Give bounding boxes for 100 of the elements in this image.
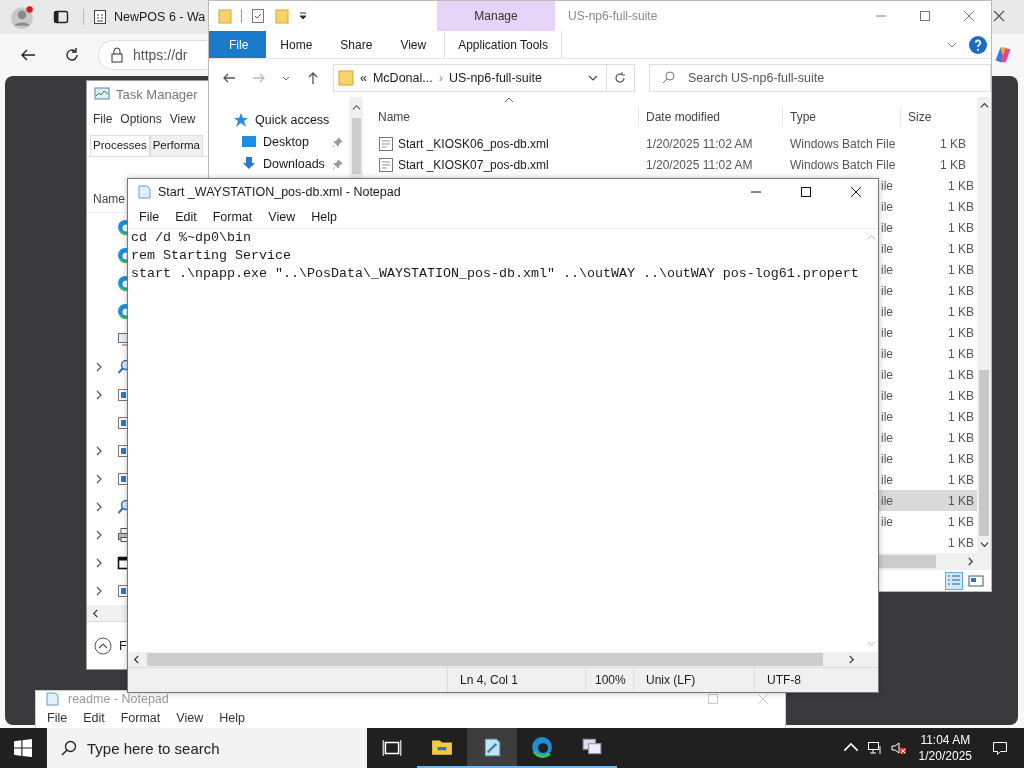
expand-chevron-icon[interactable] — [95, 502, 103, 512]
breadcrumb-separator[interactable]: › — [438, 71, 443, 85]
file-row[interactable]: ile 1 KB — [879, 238, 977, 259]
file-row[interactable]: ile 1 KB — [879, 280, 977, 301]
expand-chevron-icon[interactable] — [95, 390, 103, 400]
scrollbar-thumb[interactable] — [979, 370, 989, 536]
menu-item[interactable]: File — [89, 112, 117, 126]
expand-chevron-icon[interactable] — [95, 530, 103, 540]
menu-item[interactable]: Format — [115, 711, 166, 726]
file-row[interactable]: ile 1 KB — [879, 511, 977, 532]
column-header[interactable]: Name — [93, 191, 125, 206]
expand-chevron-icon[interactable] — [95, 558, 103, 568]
tab-actions-icon[interactable] — [53, 9, 69, 25]
tab[interactable]: Processes — [90, 135, 150, 156]
file-row[interactable]: ile 1 KB — [879, 490, 977, 511]
navigation-item[interactable]: Desktop — [209, 131, 349, 153]
details-view-icon[interactable] — [945, 571, 963, 590]
file-row[interactable]: Start _KIOSK06_pos-db.xml 1/20/2025 11:02 AM Windows Batch File 1 KB — [371, 133, 977, 154]
ribbon-tab[interactable]: Share — [326, 31, 387, 58]
expand-chevron-icon[interactable] — [95, 474, 103, 484]
scroll-left-icon[interactable] — [132, 655, 141, 664]
ribbon-tab[interactable]: File — [209, 31, 267, 58]
clock[interactable]: 11:04 AM 1/20/2025 — [918, 732, 972, 764]
file-row[interactable]: ile 1 KB — [879, 322, 977, 343]
volume-muted-icon[interactable] — [890, 740, 907, 756]
network-icon[interactable] — [866, 740, 883, 756]
scrollbar-thumb[interactable] — [876, 555, 936, 568]
expand-chevron-icon[interactable] — [95, 586, 103, 596]
ribbon-tab[interactable]: View — [386, 31, 441, 58]
close-icon[interactable] — [850, 186, 862, 198]
taskbar-button[interactable] — [467, 728, 517, 768]
scroll-down-icon[interactable] — [979, 540, 989, 549]
file-row[interactable]: ile 1 KB — [879, 364, 977, 385]
file-row[interactable]: ile 1 KB — [879, 343, 977, 364]
menu-item[interactable]: Help — [214, 711, 250, 726]
menu-item[interactable]: Edit — [170, 209, 202, 224]
menu-item[interactable]: File — [134, 209, 165, 224]
column-header[interactable]: Date modified — [639, 107, 783, 127]
overflow-chevron[interactable]: « — [360, 71, 367, 85]
scroll-right-icon[interactable] — [847, 655, 856, 664]
close-icon[interactable] — [993, 10, 1005, 22]
ribbon-tab[interactable]: Home — [266, 31, 327, 58]
file-row[interactable]: ile 1 KB — [879, 406, 977, 427]
tab[interactable]: Performa — [149, 135, 203, 156]
collapse-up-icon[interactable] — [94, 636, 112, 655]
expand-chevron-icon[interactable] — [95, 446, 103, 456]
refresh-icon[interactable] — [64, 47, 80, 63]
expand-chevron-icon[interactable] — [95, 362, 103, 372]
column-header[interactable]: Type — [783, 107, 901, 127]
search-field[interactable]: Search US-np6-full-suite — [649, 64, 991, 92]
breadcrumb[interactable]: McDonal... — [372, 71, 433, 85]
address-field[interactable]: https://dr — [98, 40, 207, 70]
navigation-item[interactable]: Downloads — [209, 153, 349, 175]
menu-item[interactable]: Options — [116, 112, 166, 126]
column-header[interactable]: Size — [901, 107, 969, 127]
menu-item[interactable]: View — [171, 711, 209, 726]
ribbon-tab[interactable]: Application Tools — [444, 31, 563, 58]
menu-item[interactable]: Help — [306, 209, 342, 224]
file-row[interactable]: Start _KIOSK07_pos-db.xml 1/20/2025 11:02 AM Windows Batch File 1 KB — [371, 154, 977, 175]
text-line: cd /d %~dp0\bin — [131, 229, 252, 247]
help-icon[interactable] — [969, 35, 987, 54]
file-row[interactable]: ile 1 KB — [879, 385, 977, 406]
file-row[interactable]: ile 1 KB — [879, 259, 977, 280]
menu-item[interactable]: View — [165, 112, 200, 126]
column-header[interactable]: Name — [371, 107, 639, 127]
breadcrumb[interactable]: US-np6-full-suite — [448, 71, 542, 85]
scroll-up-icon[interactable] — [351, 103, 361, 112]
windows-start-icon[interactable] — [14, 739, 32, 757]
file-row[interactable]: ile 1 KB — [879, 217, 977, 238]
menu-item[interactable]: Edit — [78, 711, 110, 726]
customize-dropdown-icon[interactable] — [298, 11, 308, 21]
lock-icon — [109, 47, 125, 63]
file-row[interactable]: ile 1 KB — [879, 175, 977, 196]
batch-file-icon — [378, 156, 394, 173]
scroll-right-icon[interactable] — [966, 557, 975, 566]
file-row[interactable]: ile 1 KB — [879, 448, 977, 469]
maximize-icon[interactable] — [800, 186, 812, 198]
navigation-item[interactable]: Quick access — [209, 109, 349, 131]
file-row[interactable]: ile 1 KB — [879, 196, 977, 217]
menu-item[interactable]: Format — [207, 209, 258, 224]
context-tab-header: Manage — [437, 1, 555, 31]
refresh-button[interactable] — [606, 64, 635, 92]
file-row[interactable]: ile 1 KB — [879, 301, 977, 322]
dropdown-icon[interactable] — [587, 73, 598, 83]
menu-item[interactable]: File — [42, 711, 73, 726]
fewer-details-link[interactable]: F — [119, 638, 127, 653]
file-row[interactable]: ile 1 KB — [879, 469, 977, 490]
search-field[interactable]: Type here to search — [47, 728, 367, 768]
file-row[interactable]: ile 1 KB — [879, 427, 977, 448]
profile-avatar-icon[interactable] — [9, 4, 35, 30]
file-row[interactable]: 1 KB — [879, 532, 977, 553]
scroll-left-icon[interactable] — [91, 608, 100, 618]
scroll-up-icon[interactable] — [979, 101, 989, 110]
menu-item[interactable]: View — [263, 209, 301, 224]
browser-tab[interactable]: NewPOS 6 - Wa — [83, 9, 206, 25]
scrollbar-thumb[interactable] — [147, 653, 823, 666]
address-bar[interactable]: « McDonal... › US-np6-full-suite — [333, 64, 607, 92]
scrollbar-thumb[interactable] — [351, 118, 361, 174]
back-icon[interactable] — [20, 47, 36, 63]
notification-icon[interactable] — [992, 740, 1008, 756]
